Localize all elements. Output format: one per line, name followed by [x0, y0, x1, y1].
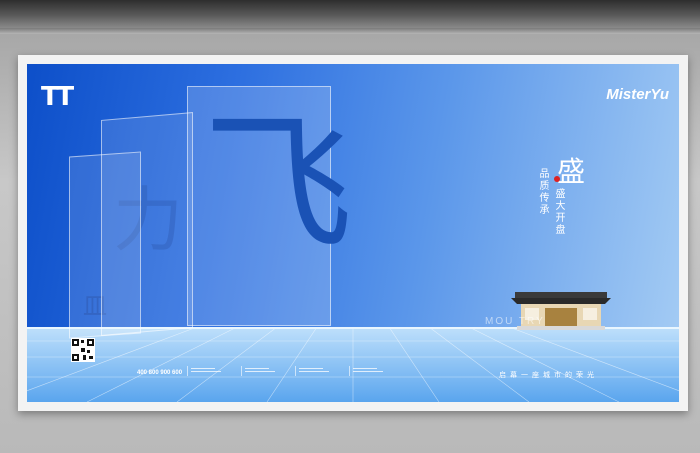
logo-mark: TT	[41, 82, 74, 112]
glass-panel-middle	[101, 111, 193, 337]
info-block-2	[241, 366, 278, 376]
faded-caption: MOU TRY	[485, 316, 545, 327]
phone-number: 400 800 900 600	[137, 370, 183, 376]
hero-character: 飞	[203, 98, 354, 272]
slogan-vertical-right: 盛大开盘	[553, 188, 564, 236]
poster-frame: 力 皿 飞 TT MisterYu 盛 品质传承 盛大开盘 MOU TRY 40…	[18, 55, 688, 411]
red-seal-dot	[554, 176, 560, 182]
accent-character: 盛	[557, 155, 586, 188]
info-block-4	[349, 366, 386, 376]
poster-artwork: 力 皿 飞 TT MisterYu 盛 品质传承 盛大开盘 MOU TRY 40…	[27, 64, 679, 402]
brand-name: MisterYu	[606, 86, 669, 103]
info-block-3	[295, 366, 332, 376]
floor-grid-lines	[27, 327, 679, 402]
info-block-1	[187, 366, 224, 376]
ceiling-shadow	[0, 0, 700, 28]
slogan-vertical-left: 品质传承	[537, 168, 548, 216]
tagline: 启幕一座城市的荣光	[499, 371, 598, 379]
display-rail	[0, 28, 700, 34]
qr-code	[71, 338, 95, 362]
